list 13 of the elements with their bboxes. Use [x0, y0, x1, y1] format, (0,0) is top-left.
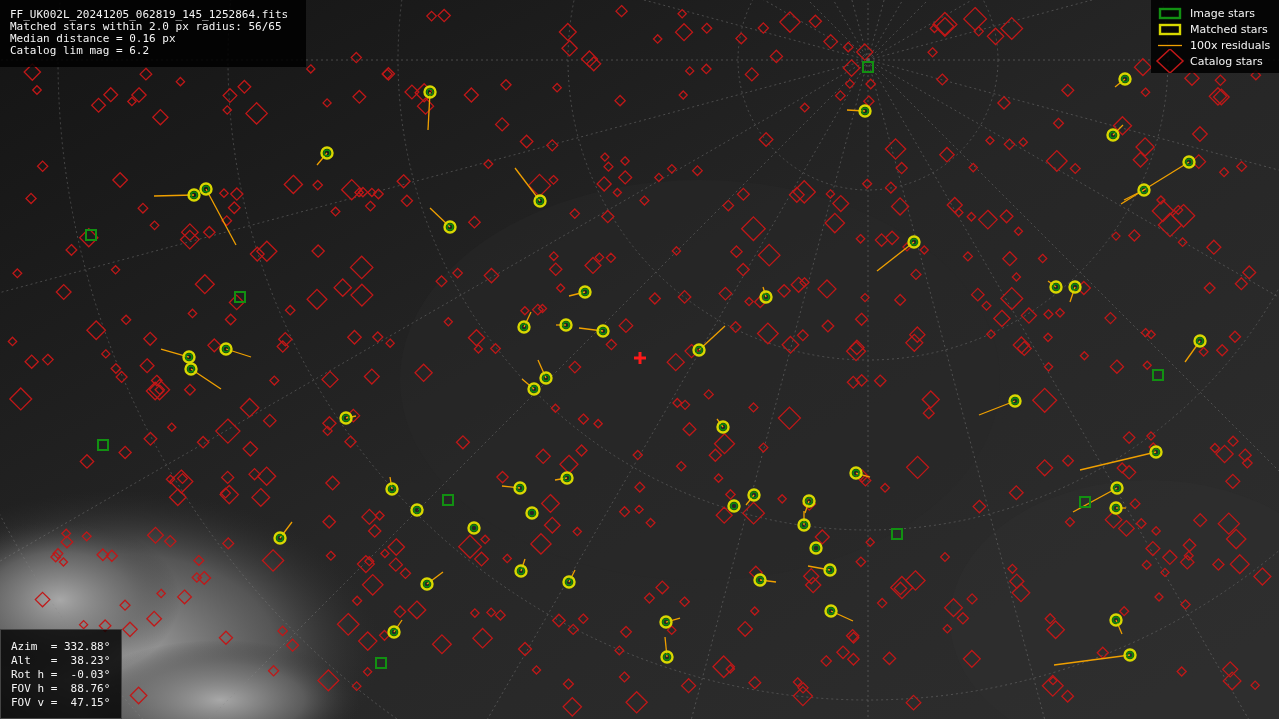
legend-label: Image stars [1190, 6, 1255, 20]
info-text: FF_UK002L_20241205_062819_145_1252864.fits [10, 9, 290, 21]
legend-label: Catalog stars [1190, 54, 1263, 68]
legend-label: Matched stars [1190, 22, 1268, 36]
legend-label: 100x residuals [1190, 38, 1271, 52]
info-text: Median distance = 0.16 px [10, 33, 177, 45]
pointing-text: Rot h = -0.03° [11, 668, 111, 682]
pointing-text: FOV v = 47.15° [11, 696, 111, 710]
pointing-text: FOV h = 88.76° [11, 682, 111, 696]
info-text: Catalog lim mag = 6.2 [10, 45, 151, 57]
pointing-text: Azim = 332.88° [11, 640, 111, 654]
pointing-text: Alt = 38.23° [11, 654, 111, 668]
info-text: Matched stars within 2.0 px radius: 56/65 [10, 21, 282, 33]
